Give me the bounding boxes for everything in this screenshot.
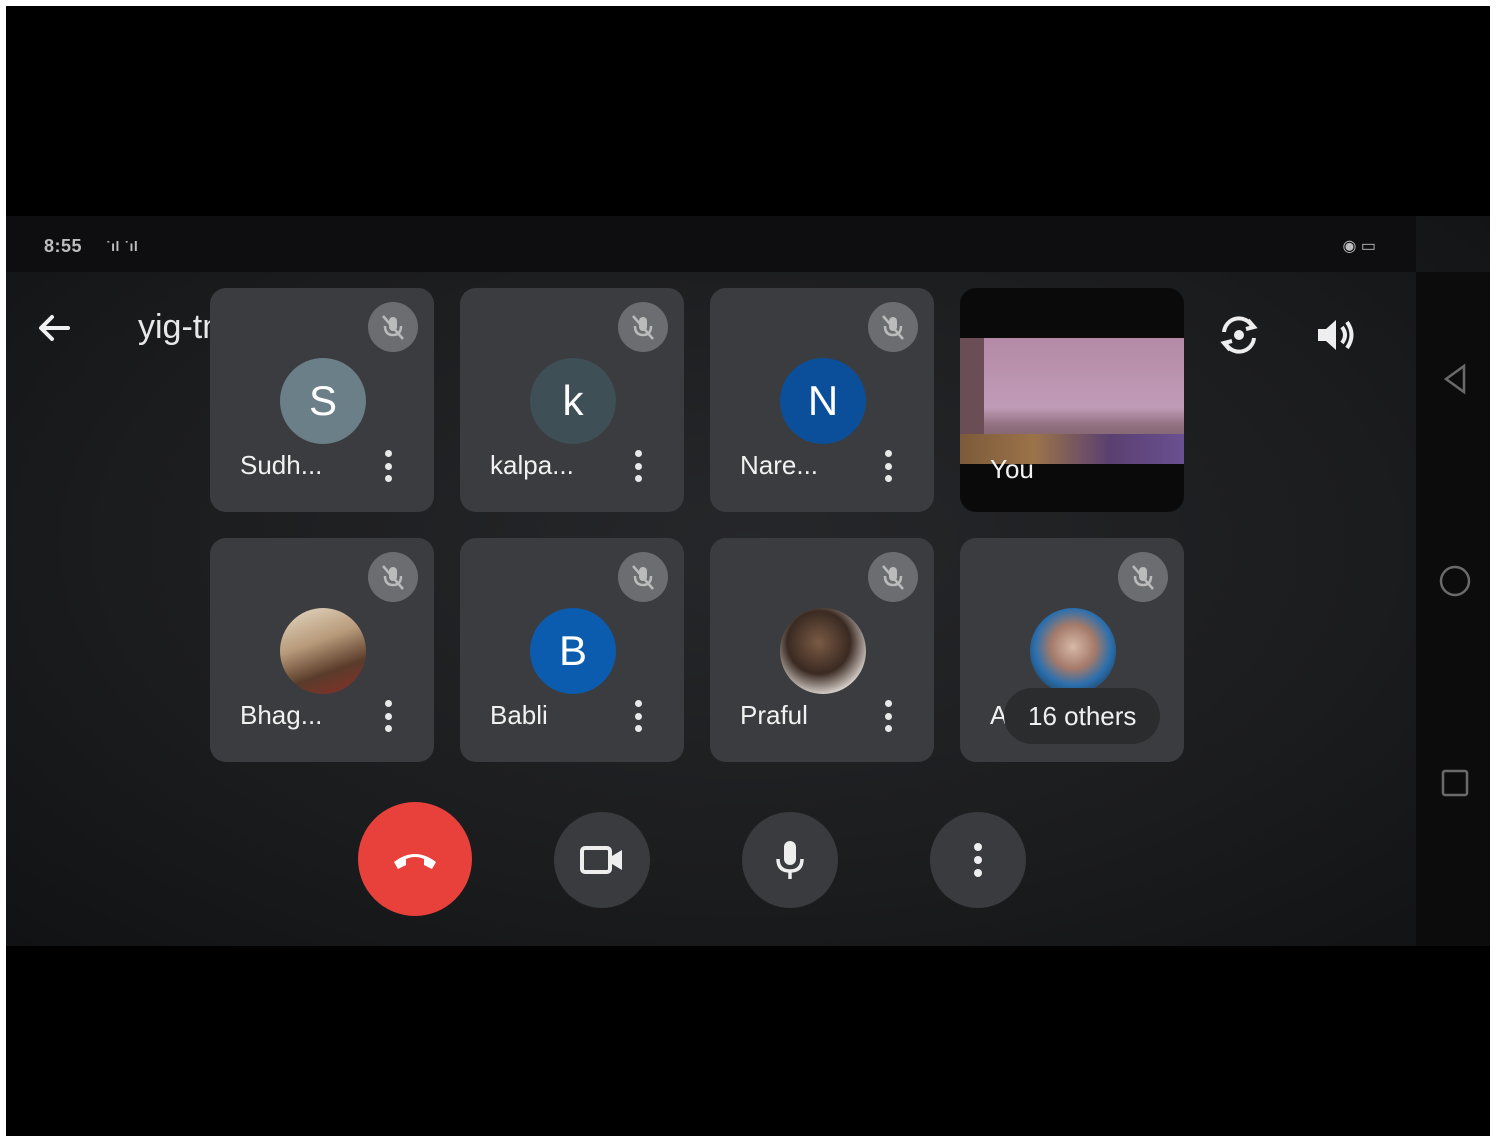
more-options-button[interactable] xyxy=(878,446,898,486)
switch-camera-icon[interactable] xyxy=(1214,310,1264,360)
participant-tile[interactable]: B Babli xyxy=(460,538,684,762)
mic-off-icon xyxy=(868,552,918,602)
avatar-initial: k xyxy=(562,377,584,424)
others-tile[interactable]: A 16 others xyxy=(960,538,1184,762)
mic-off-icon xyxy=(868,302,918,352)
speaker-icon[interactable] xyxy=(1312,312,1358,358)
avatar-initial: N xyxy=(807,377,839,424)
microphone-icon xyxy=(776,841,804,879)
end-call-button[interactable] xyxy=(358,802,472,916)
avatar: k xyxy=(530,358,616,444)
more-options-button[interactable] xyxy=(378,696,398,736)
more-options-button[interactable] xyxy=(628,446,648,486)
avatar-initial: B xyxy=(558,627,587,674)
more-vertical-icon xyxy=(974,843,982,877)
meet-screen: 8:55 ˙ıl ˙ıl ◉ ▭ yig-tmdq-dbg xyxy=(6,216,1490,946)
mic-off-icon xyxy=(618,302,668,352)
participant-name: Babli xyxy=(490,700,548,730)
others-count-pill[interactable]: 16 others xyxy=(1004,688,1161,744)
avatar-initial: S xyxy=(308,377,337,424)
mic-off-icon xyxy=(618,552,668,602)
mic-off-icon xyxy=(1118,552,1168,602)
nav-home-icon[interactable] xyxy=(1438,564,1472,598)
participant-name: Praful xyxy=(740,700,808,730)
status-time: 8:55 xyxy=(44,236,83,256)
android-navbar xyxy=(1416,272,1490,946)
phone-hangup-icon xyxy=(394,854,436,869)
others-count-label: 16 others xyxy=(1028,700,1137,731)
participant-tile[interactable]: N Nare... xyxy=(710,288,934,512)
battery-indicator: ◉ ▭ xyxy=(1342,238,1376,255)
avatar: S xyxy=(280,358,366,444)
participant-name: You xyxy=(990,454,1034,484)
mic-off-icon xyxy=(368,552,418,602)
participant-tile[interactable]: Praful xyxy=(710,538,934,762)
participant-tile[interactable]: S Sudh... xyxy=(210,288,434,512)
avatar: N xyxy=(780,358,866,444)
self-video-tile[interactable]: You xyxy=(960,288,1184,512)
signal-indicator: ˙ıl ˙ıl xyxy=(106,238,139,254)
camera-toggle-button[interactable] xyxy=(554,812,650,908)
self-camera-preview xyxy=(960,338,1184,464)
participant-tile[interactable]: k kalpa... xyxy=(460,288,684,512)
video-camera-icon xyxy=(580,846,622,874)
avatar-photo xyxy=(1030,608,1116,694)
participant-name: kalpa... xyxy=(490,450,574,480)
nav-back-icon[interactable] xyxy=(1438,362,1472,396)
avatar-photo xyxy=(280,608,366,694)
avatar-photo xyxy=(780,608,866,694)
status-bar: 8:55 ˙ıl ˙ıl ◉ ▭ xyxy=(6,216,1416,272)
arrow-back-icon[interactable] xyxy=(34,308,74,348)
participant-name: Nare... xyxy=(740,450,819,480)
more-options-button[interactable] xyxy=(878,696,898,736)
participant-name: Sudh... xyxy=(240,450,323,480)
more-options-button[interactable] xyxy=(628,696,648,736)
phone-frame: 8:55 ˙ıl ˙ıl ◉ ▭ yig-tmdq-dbg xyxy=(6,6,1490,1136)
mic-off-icon xyxy=(368,302,418,352)
participant-tile[interactable]: Bhag... xyxy=(210,538,434,762)
avatar: B xyxy=(530,608,616,694)
participant-name: Bhag... xyxy=(240,700,323,730)
more-options-button[interactable] xyxy=(930,812,1026,908)
mic-toggle-button[interactable] xyxy=(742,812,838,908)
more-options-button[interactable] xyxy=(378,446,398,486)
nav-recents-icon[interactable] xyxy=(1438,766,1472,800)
